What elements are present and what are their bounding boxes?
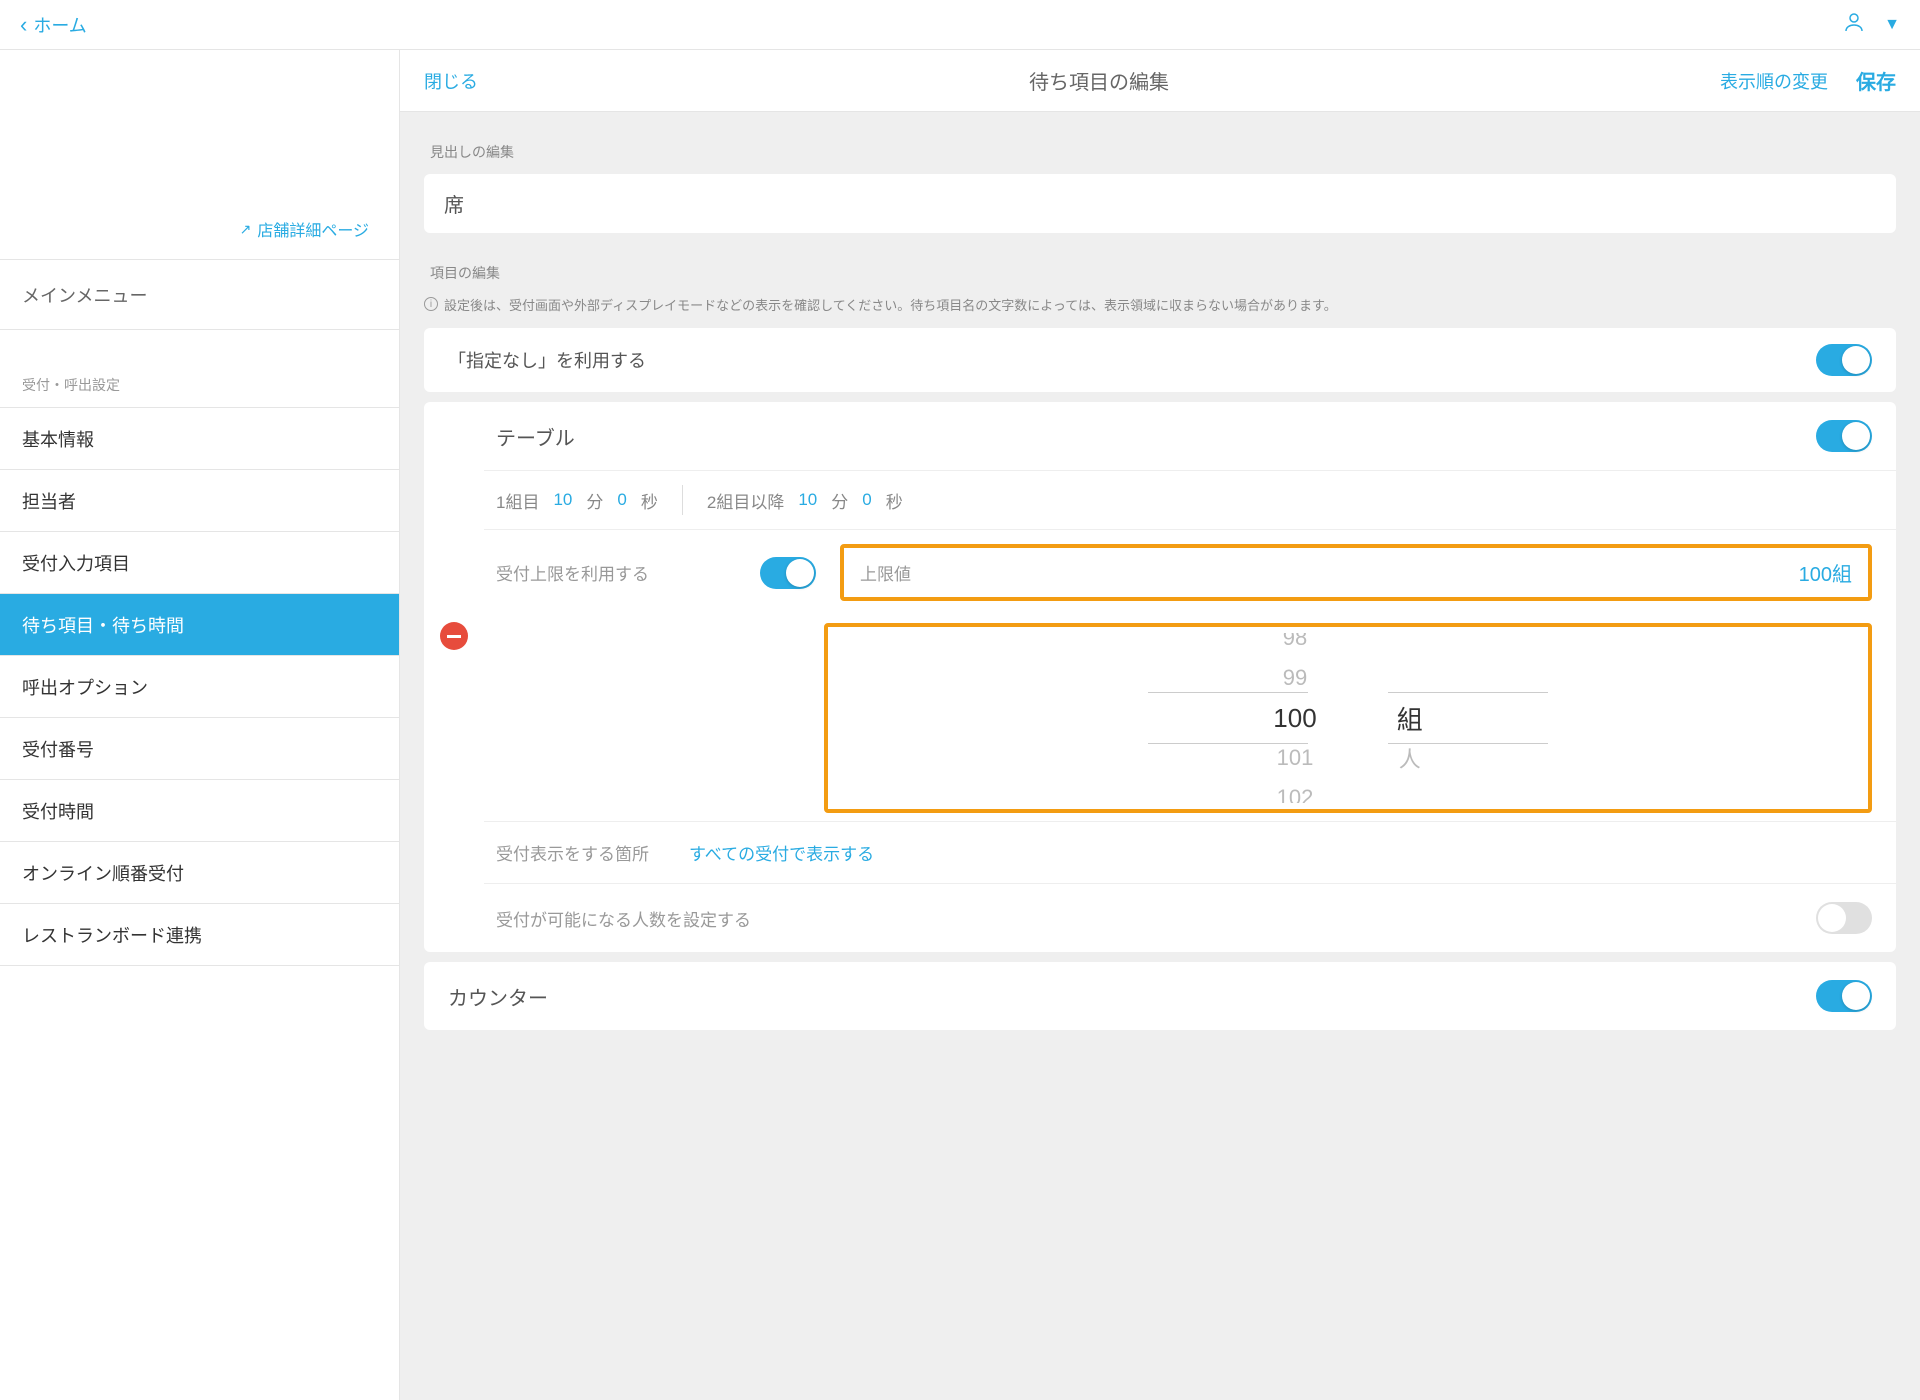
- limit-row: 受付上限を利用する 上限値 100組: [484, 529, 1896, 615]
- delete-button[interactable]: [440, 622, 468, 650]
- sidebar-item-reception-fields[interactable]: 受付入力項目: [0, 532, 399, 594]
- header-right: ▼: [1842, 10, 1900, 39]
- info-icon: i: [424, 297, 438, 311]
- limit-label: 上限値: [860, 560, 911, 585]
- vertical-divider: [682, 485, 683, 515]
- item-enabled-toggle[interactable]: [1816, 420, 1872, 452]
- sidebar-top: ↗ 店舗詳細ページ: [0, 50, 399, 260]
- first-group-label: 1組目: [496, 488, 539, 513]
- limit-value-box[interactable]: 上限値 100組: [840, 544, 1872, 601]
- back-link[interactable]: ‹ ホーム: [20, 12, 87, 38]
- external-link-icon: ↗: [240, 221, 252, 238]
- chevron-down-icon[interactable]: ▼: [1884, 16, 1900, 34]
- user-icon[interactable]: [1842, 10, 1866, 39]
- after-min-value[interactable]: 10: [790, 490, 825, 510]
- use-unspecified-toggle[interactable]: [1816, 344, 1872, 376]
- item-enabled-toggle[interactable]: [1816, 980, 1872, 1012]
- info-line: i 設定後は、受付画面や外部ディスプレイモードなどの表示を確認してください。待ち…: [424, 295, 1896, 314]
- chevron-left-icon: ‹: [20, 12, 27, 38]
- top-header: ‹ ホーム ▼: [0, 0, 1920, 50]
- item-section-label: 項目の編集: [430, 263, 1896, 283]
- sidebar-item-basic-info[interactable]: 基本情報: [0, 408, 399, 470]
- heading-input[interactable]: [424, 174, 1896, 233]
- sidebar: ↗ 店舗詳細ページ メインメニュー 受付・呼出設定 基本情報 担当者 受付入力項…: [0, 50, 400, 1400]
- main-menu-link[interactable]: メインメニュー: [0, 260, 399, 330]
- main-content: 見出しの編集 項目の編集 i 設定後は、受付画面や外部ディスプレイモードなどの表…: [400, 112, 1920, 1400]
- page-title: 待ち項目の編集: [1029, 66, 1169, 95]
- main-topbar: 閉じる 待ち項目の編集 表示順の変更 保存: [400, 50, 1920, 112]
- sidebar-section-label: 受付・呼出設定: [0, 330, 399, 408]
- use-limit-label: 受付上限を利用する: [496, 560, 649, 585]
- sidebar-item-call-options[interactable]: 呼出オプション: [0, 656, 399, 718]
- back-label: ホーム: [33, 12, 86, 38]
- display-value[interactable]: すべての受付で表示する: [689, 840, 874, 865]
- external-link-label: 店舗詳細ページ: [257, 217, 369, 241]
- capacity-toggle[interactable]: [1816, 902, 1872, 934]
- info-text: 設定後は、受付画面や外部ディスプレイモードなどの表示を確認してください。待ち項目…: [444, 295, 1337, 314]
- heading-section-label: 見出しの編集: [430, 142, 1896, 162]
- first-sec-value[interactable]: 0: [609, 490, 634, 510]
- reorder-button[interactable]: 表示順の変更: [1720, 68, 1828, 94]
- capacity-row: 受付が可能になる人数を設定する: [484, 883, 1896, 952]
- picker-box: 98 99 100 101 102 組 人: [824, 623, 1872, 813]
- sidebar-item-online-reception[interactable]: オンライン順番受付: [0, 842, 399, 904]
- limit-value: 100組: [1799, 558, 1852, 587]
- picker-number-col[interactable]: 98 99 100 101 102: [1273, 633, 1316, 803]
- use-unspecified-card: 「指定なし」を利用する: [424, 328, 1896, 392]
- display-location-row: 受付表示をする箇所 すべての受付で表示する: [484, 821, 1896, 883]
- sidebar-item-reception-time[interactable]: 受付時間: [0, 780, 399, 842]
- use-limit-toggle[interactable]: [760, 557, 816, 589]
- save-button[interactable]: 保存: [1856, 66, 1896, 95]
- item-table: テーブル 1組目 10 分 0 秒 2組目以降 10 分: [424, 402, 1896, 952]
- after-second-label: 2組目以降: [707, 488, 784, 513]
- main: 閉じる 待ち項目の編集 表示順の変更 保存 見出しの編集 項目の編集 i 設定後…: [400, 50, 1920, 1400]
- sidebar-item-reception-number[interactable]: 受付番号: [0, 718, 399, 780]
- display-label: 受付表示をする箇所: [496, 840, 649, 865]
- picker[interactable]: 98 99 100 101 102 組 人: [828, 633, 1868, 803]
- item-name: カウンター: [448, 982, 548, 1011]
- after-sec-value[interactable]: 0: [854, 490, 879, 510]
- store-detail-link[interactable]: ↗ 店舗詳細ページ: [240, 217, 369, 241]
- sidebar-item-wait-items[interactable]: 待ち項目・待ち時間: [0, 594, 399, 656]
- time-row: 1組目 10 分 0 秒 2組目以降 10 分 0 秒: [484, 470, 1896, 529]
- item-name: テーブル: [484, 422, 575, 451]
- sidebar-item-restaurant-board[interactable]: レストランボード連携: [0, 904, 399, 966]
- sidebar-item-staff[interactable]: 担当者: [0, 470, 399, 532]
- item-counter: カウンター: [424, 962, 1896, 1030]
- use-unspecified-label: 「指定なし」を利用する: [448, 347, 646, 373]
- first-min-value[interactable]: 10: [545, 490, 580, 510]
- close-button[interactable]: 閉じる: [424, 68, 478, 94]
- picker-unit-col[interactable]: 組 人: [1397, 633, 1423, 803]
- capacity-label: 受付が可能になる人数を設定する: [496, 906, 1776, 931]
